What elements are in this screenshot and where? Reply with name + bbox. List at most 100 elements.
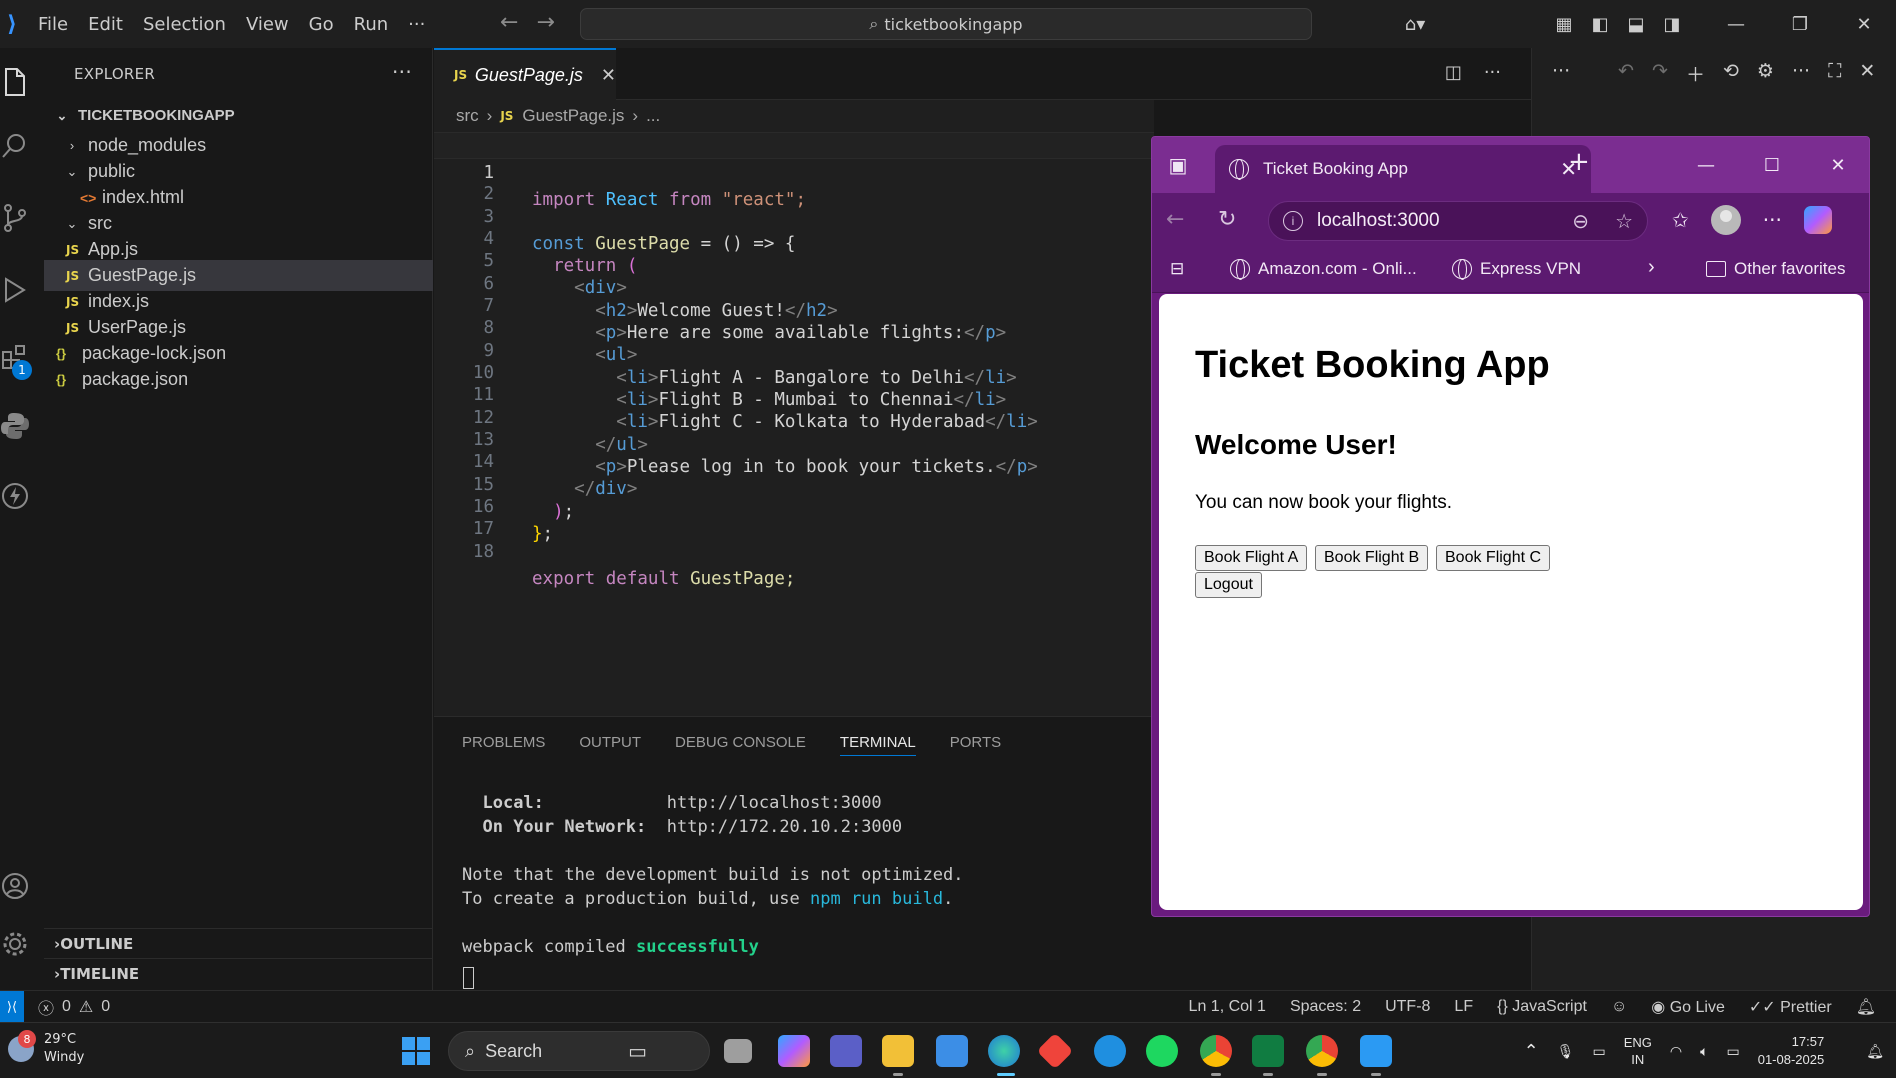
settings-more-icon[interactable]: ··· — [1763, 208, 1782, 232]
python-icon[interactable] — [0, 406, 30, 446]
logout-button[interactable]: Logout — [1195, 572, 1262, 598]
favorite-express-vpn[interactable]: Express VPN — [1452, 259, 1581, 280]
refresh-icon[interactable]: ↻ — [1218, 207, 1236, 232]
spotify-icon[interactable] — [1146, 1035, 1178, 1067]
more-actions-icon[interactable]: ··· — [1552, 60, 1570, 87]
file-explorer-icon[interactable] — [882, 1035, 914, 1067]
other-favorites[interactable]: Other favorites — [1706, 259, 1846, 279]
favorites-icon[interactable]: ✩ — [1672, 208, 1689, 232]
extensions-icon[interactable]: 1 — [0, 338, 32, 380]
notification-icon[interactable]: 🔔︎ — [1866, 1043, 1884, 1060]
end-of-line[interactable]: LF — [1454, 998, 1473, 1016]
book-flight-b-button[interactable]: Book Flight B — [1315, 545, 1429, 571]
maximize-icon[interactable]: ⛶ — [1828, 60, 1841, 87]
close-icon[interactable]: ✕ — [1859, 60, 1875, 87]
microphone-icon[interactable]: 🎙︎ — [1557, 1043, 1575, 1060]
more-actions-icon[interactable]: ··· — [1484, 62, 1501, 83]
manage-gear-icon[interactable] — [0, 924, 30, 964]
plus-icon[interactable]: ＋ — [1686, 60, 1705, 87]
breadcrumb-more[interactable]: ... — [646, 106, 660, 126]
copilot-status-icon[interactable]: ☺ — [1611, 998, 1627, 1016]
menu-go[interactable]: Go — [309, 14, 334, 35]
taskbar-search[interactable]: ⌕ Search ▭ — [448, 1031, 710, 1071]
close-tab-icon[interactable]: ✕ — [601, 65, 616, 86]
minimize-icon[interactable]: — — [1704, 0, 1768, 48]
tab-debug-console[interactable]: DEBUG CONSOLE — [675, 734, 806, 751]
zoom-out-icon[interactable]: ⊖ — [1572, 209, 1589, 234]
menu-more[interactable]: ··· — [408, 14, 425, 35]
teams-icon[interactable] — [830, 1035, 862, 1067]
language-indicator[interactable]: ENG IN — [1624, 1034, 1652, 1068]
explorer-icon[interactable] — [0, 62, 30, 102]
address-bar[interactable]: i localhost:3000 ⊖ ☆ — [1268, 201, 1648, 241]
timeline-section[interactable]: › TIMELINE — [44, 958, 433, 989]
split-editor-icon[interactable]: ◫ — [1445, 62, 1462, 83]
info-icon[interactable]: i — [1283, 211, 1303, 231]
problems-status[interactable]: ⓧ 0 ⚠ 0 — [38, 995, 110, 1019]
chrome-icon[interactable] — [1200, 1035, 1232, 1067]
tab-output[interactable]: OUTPUT — [579, 734, 641, 751]
menu-selection[interactable]: Selection — [143, 14, 226, 35]
remote-indicator-icon[interactable]: ⟩⟨ — [0, 990, 24, 1023]
indentation[interactable]: Spaces: 2 — [1290, 998, 1361, 1016]
tab-ports[interactable]: PORTS — [950, 734, 1001, 751]
wifi-icon[interactable]: ◠ — [1670, 1043, 1682, 1060]
tab-problems[interactable]: PROBLEMS — [462, 734, 545, 751]
tab-guestpage-js[interactable]: JS GuestPage.js ✕ — [434, 48, 616, 100]
thunder-client-icon[interactable] — [0, 476, 30, 516]
copilot-icon[interactable] — [1803, 206, 1832, 234]
start-button[interactable] — [402, 1037, 430, 1065]
excel-icon[interactable] — [1252, 1035, 1284, 1067]
breadcrumb-file[interactable]: GuestPage.js — [522, 106, 624, 126]
history-icon[interactable]: ⟲ — [1723, 60, 1739, 87]
back-arrow-icon[interactable]: ← — [1166, 207, 1184, 232]
tree-item-package-json[interactable]: {} package.json — [44, 364, 433, 395]
copilot-icon[interactable]: ⌂▾ — [1390, 0, 1440, 48]
restore-icon[interactable]: ❐ — [1768, 0, 1832, 48]
maximize-icon[interactable]: ☐ — [1739, 137, 1805, 193]
language-mode[interactable]: {} JavaScript — [1497, 998, 1587, 1016]
workspace-root[interactable]: ⌄ TICKETBOOKINGAPP — [44, 100, 433, 131]
book-flight-c-button[interactable]: Book Flight C — [1436, 545, 1551, 571]
code-editor[interactable]: 1 import React from "react"; 2 3 const G… — [434, 132, 1154, 716]
accounts-icon[interactable] — [0, 866, 30, 906]
favorite-amazon[interactable]: Amazon.com - Onli... — [1230, 259, 1417, 280]
profile-avatar[interactable] — [1710, 205, 1741, 235]
chrome-icon[interactable] — [1306, 1035, 1338, 1067]
encoding[interactable]: UTF-8 — [1385, 998, 1430, 1016]
menu-file[interactable]: File — [38, 14, 68, 35]
vscode-app-icon[interactable] — [1360, 1035, 1392, 1067]
more-actions-icon[interactable]: ··· — [1792, 60, 1810, 87]
help-icon[interactable] — [1094, 1035, 1126, 1067]
forward-arrow-icon[interactable]: → — [536, 10, 554, 35]
battery-icon[interactable]: ▭ — [1726, 1043, 1739, 1060]
undo-icon[interactable]: ↶ — [1618, 60, 1634, 87]
microsoft-store-icon[interactable] — [936, 1035, 968, 1067]
outline-section[interactable]: › OUTLINE — [44, 928, 433, 959]
cursor-position[interactable]: Ln 1, Col 1 — [1189, 998, 1266, 1016]
breadcrumb-src[interactable]: src — [456, 106, 479, 126]
favorite-star-icon[interactable]: ☆ — [1615, 209, 1633, 234]
menu-view[interactable]: View — [246, 14, 289, 35]
edge-icon[interactable] — [988, 1035, 1020, 1067]
go-live[interactable]: ◉ Go Live — [1651, 997, 1725, 1017]
command-center-search[interactable]: ⌕ ticketbookingapp — [580, 8, 1312, 40]
terminal-cursor[interactable] — [463, 967, 474, 989]
menu-run[interactable]: Run — [354, 14, 389, 35]
notifications-bell-icon[interactable]: 🔔︎ — [1856, 997, 1876, 1017]
run-debug-icon[interactable] — [0, 270, 30, 310]
customize-layout-icon[interactable]: ▦ — [1546, 0, 1582, 48]
prettier[interactable]: ✓✓ Prettier — [1749, 997, 1832, 1017]
task-view-icon[interactable] — [724, 1039, 752, 1063]
settings-gear-icon[interactable]: ⚙ — [1757, 60, 1774, 87]
tab-terminal[interactable]: TERMINAL — [839, 734, 916, 756]
book-flight-a-button[interactable]: Book Flight A — [1195, 545, 1308, 571]
source-control-icon[interactable] — [0, 198, 30, 238]
clock[interactable]: 17:57 01-08-2025 — [1758, 1033, 1825, 1069]
close-icon[interactable]: ✕ — [1832, 0, 1896, 48]
more-actions-icon[interactable]: ··· — [392, 60, 412, 84]
display-icon[interactable]: ▭ — [1592, 1043, 1605, 1060]
anydesk-icon[interactable] — [1036, 1032, 1074, 1070]
minimize-icon[interactable]: — — [1673, 137, 1739, 193]
chevron-right-icon[interactable]: › — [1648, 256, 1655, 279]
